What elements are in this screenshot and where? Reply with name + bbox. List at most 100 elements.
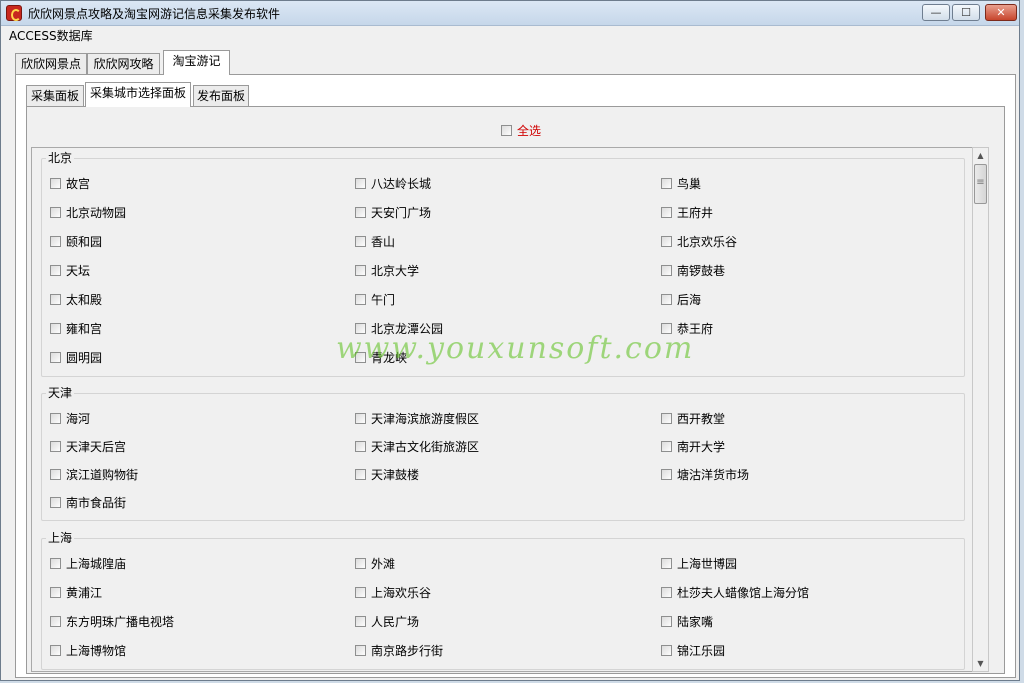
checkbox-box[interactable]: [355, 616, 366, 627]
checkbox-box[interactable]: [355, 587, 366, 598]
city-checkbox-item[interactable]: 鸟巢: [661, 176, 701, 192]
menu-access-database[interactable]: ACCESS数据库: [9, 27, 93, 44]
city-checkbox-item[interactable]: 塘沽洋货市场: [661, 467, 749, 483]
checkbox-box[interactable]: [50, 413, 61, 424]
scroll-down-icon[interactable]: ▼: [973, 656, 988, 671]
title-bar[interactable]: 欣欣网景点攻略及淘宝网游记信息采集发布软件 — ☐ ✕: [1, 1, 1019, 26]
city-checkbox-item[interactable]: 天坛: [50, 263, 90, 279]
checkbox-box[interactable]: [661, 294, 672, 305]
scrollbar-thumb[interactable]: [974, 164, 987, 204]
select-all-checkbox[interactable]: 全选: [501, 123, 541, 139]
checkbox-box[interactable]: [661, 616, 672, 627]
city-checkbox-item[interactable]: 天津海滨旅游度假区: [355, 411, 479, 427]
city-checkbox-item[interactable]: 天津鼓楼: [355, 467, 419, 483]
checkbox-box[interactable]: [50, 587, 61, 598]
checkbox-box[interactable]: [661, 587, 672, 598]
checkbox-box[interactable]: [355, 178, 366, 189]
city-checkbox-item[interactable]: 南开大学: [661, 439, 725, 455]
checkbox-box[interactable]: [661, 558, 672, 569]
city-checkbox-item[interactable]: 八达岭长城: [355, 176, 431, 192]
city-checkbox-item[interactable]: 外滩: [355, 556, 395, 572]
city-checkbox-item[interactable]: 香山: [355, 234, 395, 250]
checkbox-box[interactable]: [355, 441, 366, 452]
city-checkbox-item[interactable]: 杜莎夫人蜡像馆上海分馆: [661, 585, 809, 601]
city-checkbox-item[interactable]: 王府井: [661, 205, 713, 221]
checkbox-box[interactable]: [355, 236, 366, 247]
city-list-scroll-area[interactable]: 北京 故宫 八达岭长城 鸟巢 北京动物园 天安门广场 王府井 颐和园 香山 北京欢乐谷 天坛 北京大学…: [31, 147, 986, 672]
city-checkbox-item[interactable]: 圆明园: [50, 350, 102, 366]
scroll-up-icon[interactable]: ▲: [973, 148, 988, 163]
checkbox-box[interactable]: [50, 265, 61, 276]
checkbox-box[interactable]: [355, 207, 366, 218]
city-checkbox-item[interactable]: 上海世博园: [661, 556, 737, 572]
city-checkbox-item[interactable]: 滨江道购物街: [50, 467, 138, 483]
checkbox-box[interactable]: [661, 236, 672, 247]
tab-xinxin-guide[interactable]: 欣欣网攻略: [87, 53, 160, 74]
checkbox-box[interactable]: [50, 497, 61, 508]
checkbox-box[interactable]: [355, 469, 366, 480]
city-item-label: 杜莎夫人蜡像馆上海分馆: [677, 586, 810, 600]
checkbox-box[interactable]: [355, 558, 366, 569]
checkbox-box[interactable]: [50, 178, 61, 189]
city-checkbox-item[interactable]: 天津古文化街旅游区: [355, 439, 479, 455]
tab-city-select-panel[interactable]: 采集城市选择面板: [85, 82, 191, 107]
checkbox-box[interactable]: [661, 207, 672, 218]
city-checkbox-item[interactable]: 天津天后宫: [50, 439, 126, 455]
city-checkbox-item[interactable]: 故宫: [50, 176, 90, 192]
checkbox-box[interactable]: [50, 469, 61, 480]
checkbox-box[interactable]: [355, 645, 366, 656]
city-checkbox-item[interactable]: 南市食品街: [50, 495, 126, 511]
city-checkbox-item[interactable]: 上海博物馆: [50, 643, 126, 659]
city-checkbox-item[interactable]: 北京大学: [355, 263, 419, 279]
city-item-label: 八达岭长城: [371, 177, 432, 191]
city-checkbox-item[interactable]: 北京欢乐谷: [661, 234, 737, 250]
checkbox-box[interactable]: [355, 294, 366, 305]
city-checkbox-item[interactable]: 海河: [50, 411, 90, 427]
city-checkbox-item[interactable]: 西开教堂: [661, 411, 725, 427]
city-checkbox-item[interactable]: 后海: [661, 292, 701, 308]
tab-xinxin-scenic[interactable]: 欣欣网景点: [15, 53, 87, 74]
city-checkbox-item[interactable]: 黄浦江: [50, 585, 102, 601]
city-checkbox-item[interactable]: 上海城隍庙: [50, 556, 126, 572]
checkbox-box[interactable]: [661, 441, 672, 452]
checkbox-box[interactable]: [661, 469, 672, 480]
city-checkbox-item[interactable]: 上海欢乐谷: [355, 585, 431, 601]
city-checkbox-item[interactable]: 北京动物园: [50, 205, 126, 221]
tab-publish-panel[interactable]: 发布面板: [193, 85, 249, 106]
city-checkbox-item[interactable]: 太和殿: [50, 292, 102, 308]
checkbox-box[interactable]: [50, 558, 61, 569]
checkbox-box[interactable]: [50, 616, 61, 627]
vertical-scrollbar[interactable]: ▲ ▼: [972, 147, 989, 672]
checkbox-box[interactable]: [661, 265, 672, 276]
city-checkbox-item[interactable]: 天安门广场: [355, 205, 431, 221]
minimize-button[interactable]: —: [922, 4, 950, 21]
city-checkbox-item[interactable]: 陆家嘴: [661, 614, 713, 630]
city-checkbox-item[interactable]: 午门: [355, 292, 395, 308]
tab-collect-panel[interactable]: 采集面板: [26, 85, 84, 106]
close-button[interactable]: ✕: [985, 4, 1017, 21]
city-checkbox-item[interactable]: 东方明珠广播电视塔: [50, 614, 174, 630]
city-checkbox-item[interactable]: 锦江乐园: [661, 643, 725, 659]
checkbox-box[interactable]: [50, 441, 61, 452]
city-checkbox-item[interactable]: 颐和园: [50, 234, 102, 250]
checkbox-box[interactable]: [50, 352, 61, 363]
checkbox-box[interactable]: [50, 236, 61, 247]
city-checkbox-item[interactable]: 南京路步行街: [355, 643, 443, 659]
city-item-label: 南开大学: [677, 440, 726, 454]
maximize-button[interactable]: ☐: [952, 4, 980, 21]
city-item-label: 北京欢乐谷: [677, 235, 738, 249]
checkbox-box[interactable]: [50, 207, 61, 218]
checkbox-box[interactable]: [661, 645, 672, 656]
city-checkbox-item[interactable]: 雍和宫: [50, 321, 102, 337]
checkbox-box[interactable]: [661, 178, 672, 189]
checkbox-box[interactable]: [355, 413, 366, 424]
checkbox-box[interactable]: [661, 413, 672, 424]
city-checkbox-item[interactable]: 南锣鼓巷: [661, 263, 725, 279]
city-checkbox-item[interactable]: 人民广场: [355, 614, 419, 630]
tab-taobao-travelogue[interactable]: 淘宝游记: [163, 50, 230, 75]
checkbox-box[interactable]: [50, 323, 61, 334]
checkbox-box[interactable]: [50, 645, 61, 656]
checkbox-box[interactable]: [501, 125, 512, 136]
checkbox-box[interactable]: [355, 265, 366, 276]
checkbox-box[interactable]: [50, 294, 61, 305]
